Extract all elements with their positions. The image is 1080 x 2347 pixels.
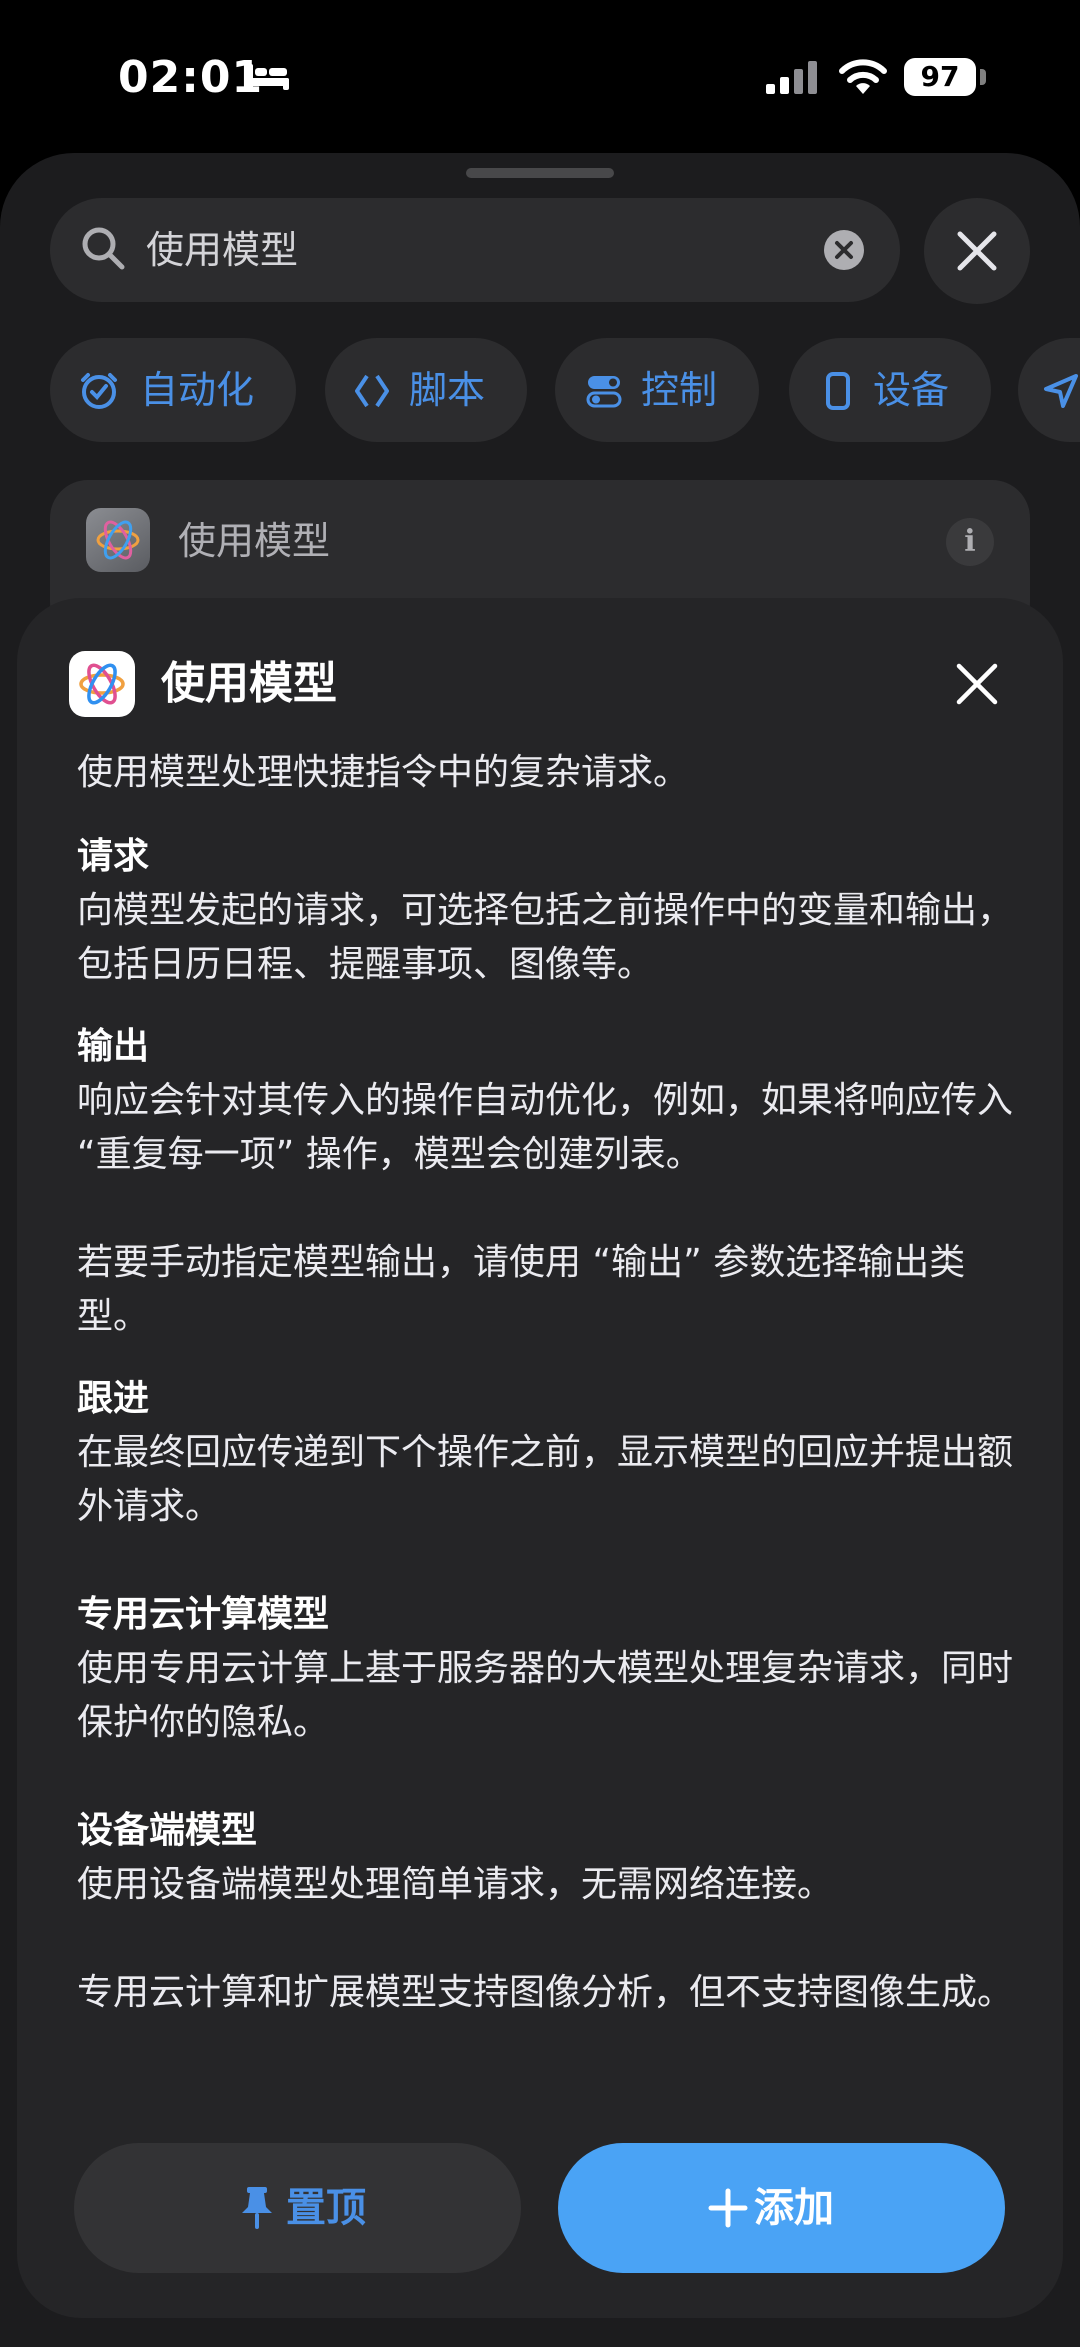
plus-icon — [708, 2188, 748, 2228]
chip-label: 控制 — [641, 368, 718, 412]
close-search-button[interactable] — [924, 198, 1030, 304]
action-detail-sheet: 使用模型 使用模型处理快捷指令中的复杂请求。 请求 向模型发起的请求，可选择包括… — [17, 598, 1063, 2318]
section-output: 输出 响应会针对其传入的操作自动优化，例如，如果将响应传入 “重复每一项” 操作… — [77, 1020, 1017, 1344]
section-title: 请求 — [77, 836, 150, 877]
apple-intelligence-icon — [69, 651, 135, 717]
phone-icon — [826, 372, 850, 410]
section-on-device-model: 设备端模型 使用设备端模型处理简单请求，无需网络连接。 专用云计算和扩展模型支持… — [77, 1804, 1017, 2020]
sleep-bed-icon — [247, 64, 289, 90]
status-bar: 02:01 97 — [0, 0, 1080, 150]
result-label: 使用模型 — [178, 519, 331, 563]
category-chips: 自动化 脚本 控制 设备 — [50, 338, 1080, 442]
section-title: 专用云计算模型 — [77, 1594, 330, 1635]
search-icon — [82, 227, 125, 270]
wifi-icon — [839, 59, 887, 94]
close-icon[interactable] — [949, 656, 1005, 712]
section-title: 跟进 — [77, 1378, 150, 1419]
battery-tip — [980, 69, 986, 85]
close-icon — [957, 231, 997, 271]
battery-level: 97 — [904, 58, 976, 96]
chip-control[interactable]: 控制 — [555, 338, 759, 442]
status-time: 02:01 — [118, 52, 264, 103]
add-button[interactable]: 添加 — [558, 2143, 1005, 2273]
section-extra: 专用云计算和扩展模型支持图像分析，但不支持图像生成。 — [77, 1972, 1014, 2013]
section-private-cloud-model: 专用云计算模型 使用专用云计算上基于服务器的大模型处理复杂请求，同时保护你的隐私… — [77, 1588, 1017, 1750]
section-text: 使用设备端模型处理简单请求，无需网络连接。 — [77, 1864, 834, 1905]
chip-automation[interactable]: 自动化 — [50, 338, 296, 442]
chip-label: 自动化 — [140, 368, 255, 412]
chip-label: 设备 — [873, 368, 950, 412]
section-title: 输出 — [77, 1026, 150, 1067]
section-follow-up: 跟进 在最终回应传递到下个操作之前，显示模型的回应并提出额外请求。 — [77, 1372, 1017, 1534]
detail-title: 使用模型 — [161, 658, 337, 709]
pin-icon — [242, 2187, 272, 2229]
chip-script[interactable]: 脚本 — [325, 338, 527, 442]
detail-description: 使用模型处理快捷指令中的复杂请求。 请求 向模型发起的请求，可选择包括之前操作中… — [77, 746, 1017, 2048]
section-text: 响应会针对其传入的操作自动优化，例如，如果将响应传入 “重复每一项” 操作，模型… — [77, 1080, 1014, 1175]
search-query[interactable]: 使用模型 — [146, 198, 298, 302]
detail-intro: 使用模型处理快捷指令中的复杂请求。 — [77, 752, 690, 793]
pin-label: 置顶 — [286, 2185, 366, 2231]
section-request: 请求 向模型发起的请求，可选择包括之前操作中的变量和输出，包括日历日程、提醒事项… — [77, 830, 1017, 992]
section-title: 设备端模型 — [77, 1810, 258, 1851]
chip-location[interactable] — [1018, 338, 1080, 442]
clear-search-icon[interactable] — [824, 230, 864, 270]
chip-label: 脚本 — [409, 368, 486, 412]
section-text: 使用专用云计算上基于服务器的大模型处理复杂请求，同时保护你的隐私。 — [77, 1648, 1014, 1743]
apple-intelligence-icon — [86, 508, 150, 572]
chip-device[interactable]: 设备 — [789, 338, 991, 442]
section-text: 在最终回应传递到下个操作之前，显示模型的回应并提出额外请求。 — [77, 1432, 1014, 1527]
automation-icon — [81, 373, 117, 409]
toggle-icon — [586, 376, 622, 408]
sheet-grabber[interactable] — [466, 168, 614, 178]
search-input[interactable]: 使用模型 — [50, 198, 900, 302]
info-icon[interactable]: i — [946, 518, 994, 566]
location-arrow-icon — [1044, 374, 1078, 408]
pin-button[interactable]: 置顶 — [74, 2143, 521, 2273]
add-label: 添加 — [754, 2185, 834, 2231]
section-text: 向模型发起的请求，可选择包括之前操作中的变量和输出，包括日历日程、提醒事项、图像… — [77, 890, 1014, 985]
cellular-signal-icon — [766, 61, 817, 94]
script-icon — [355, 374, 389, 408]
section-extra: 若要手动指定模型输出，请使用 “输出” 参数选择输出类型。 — [77, 1242, 966, 1337]
